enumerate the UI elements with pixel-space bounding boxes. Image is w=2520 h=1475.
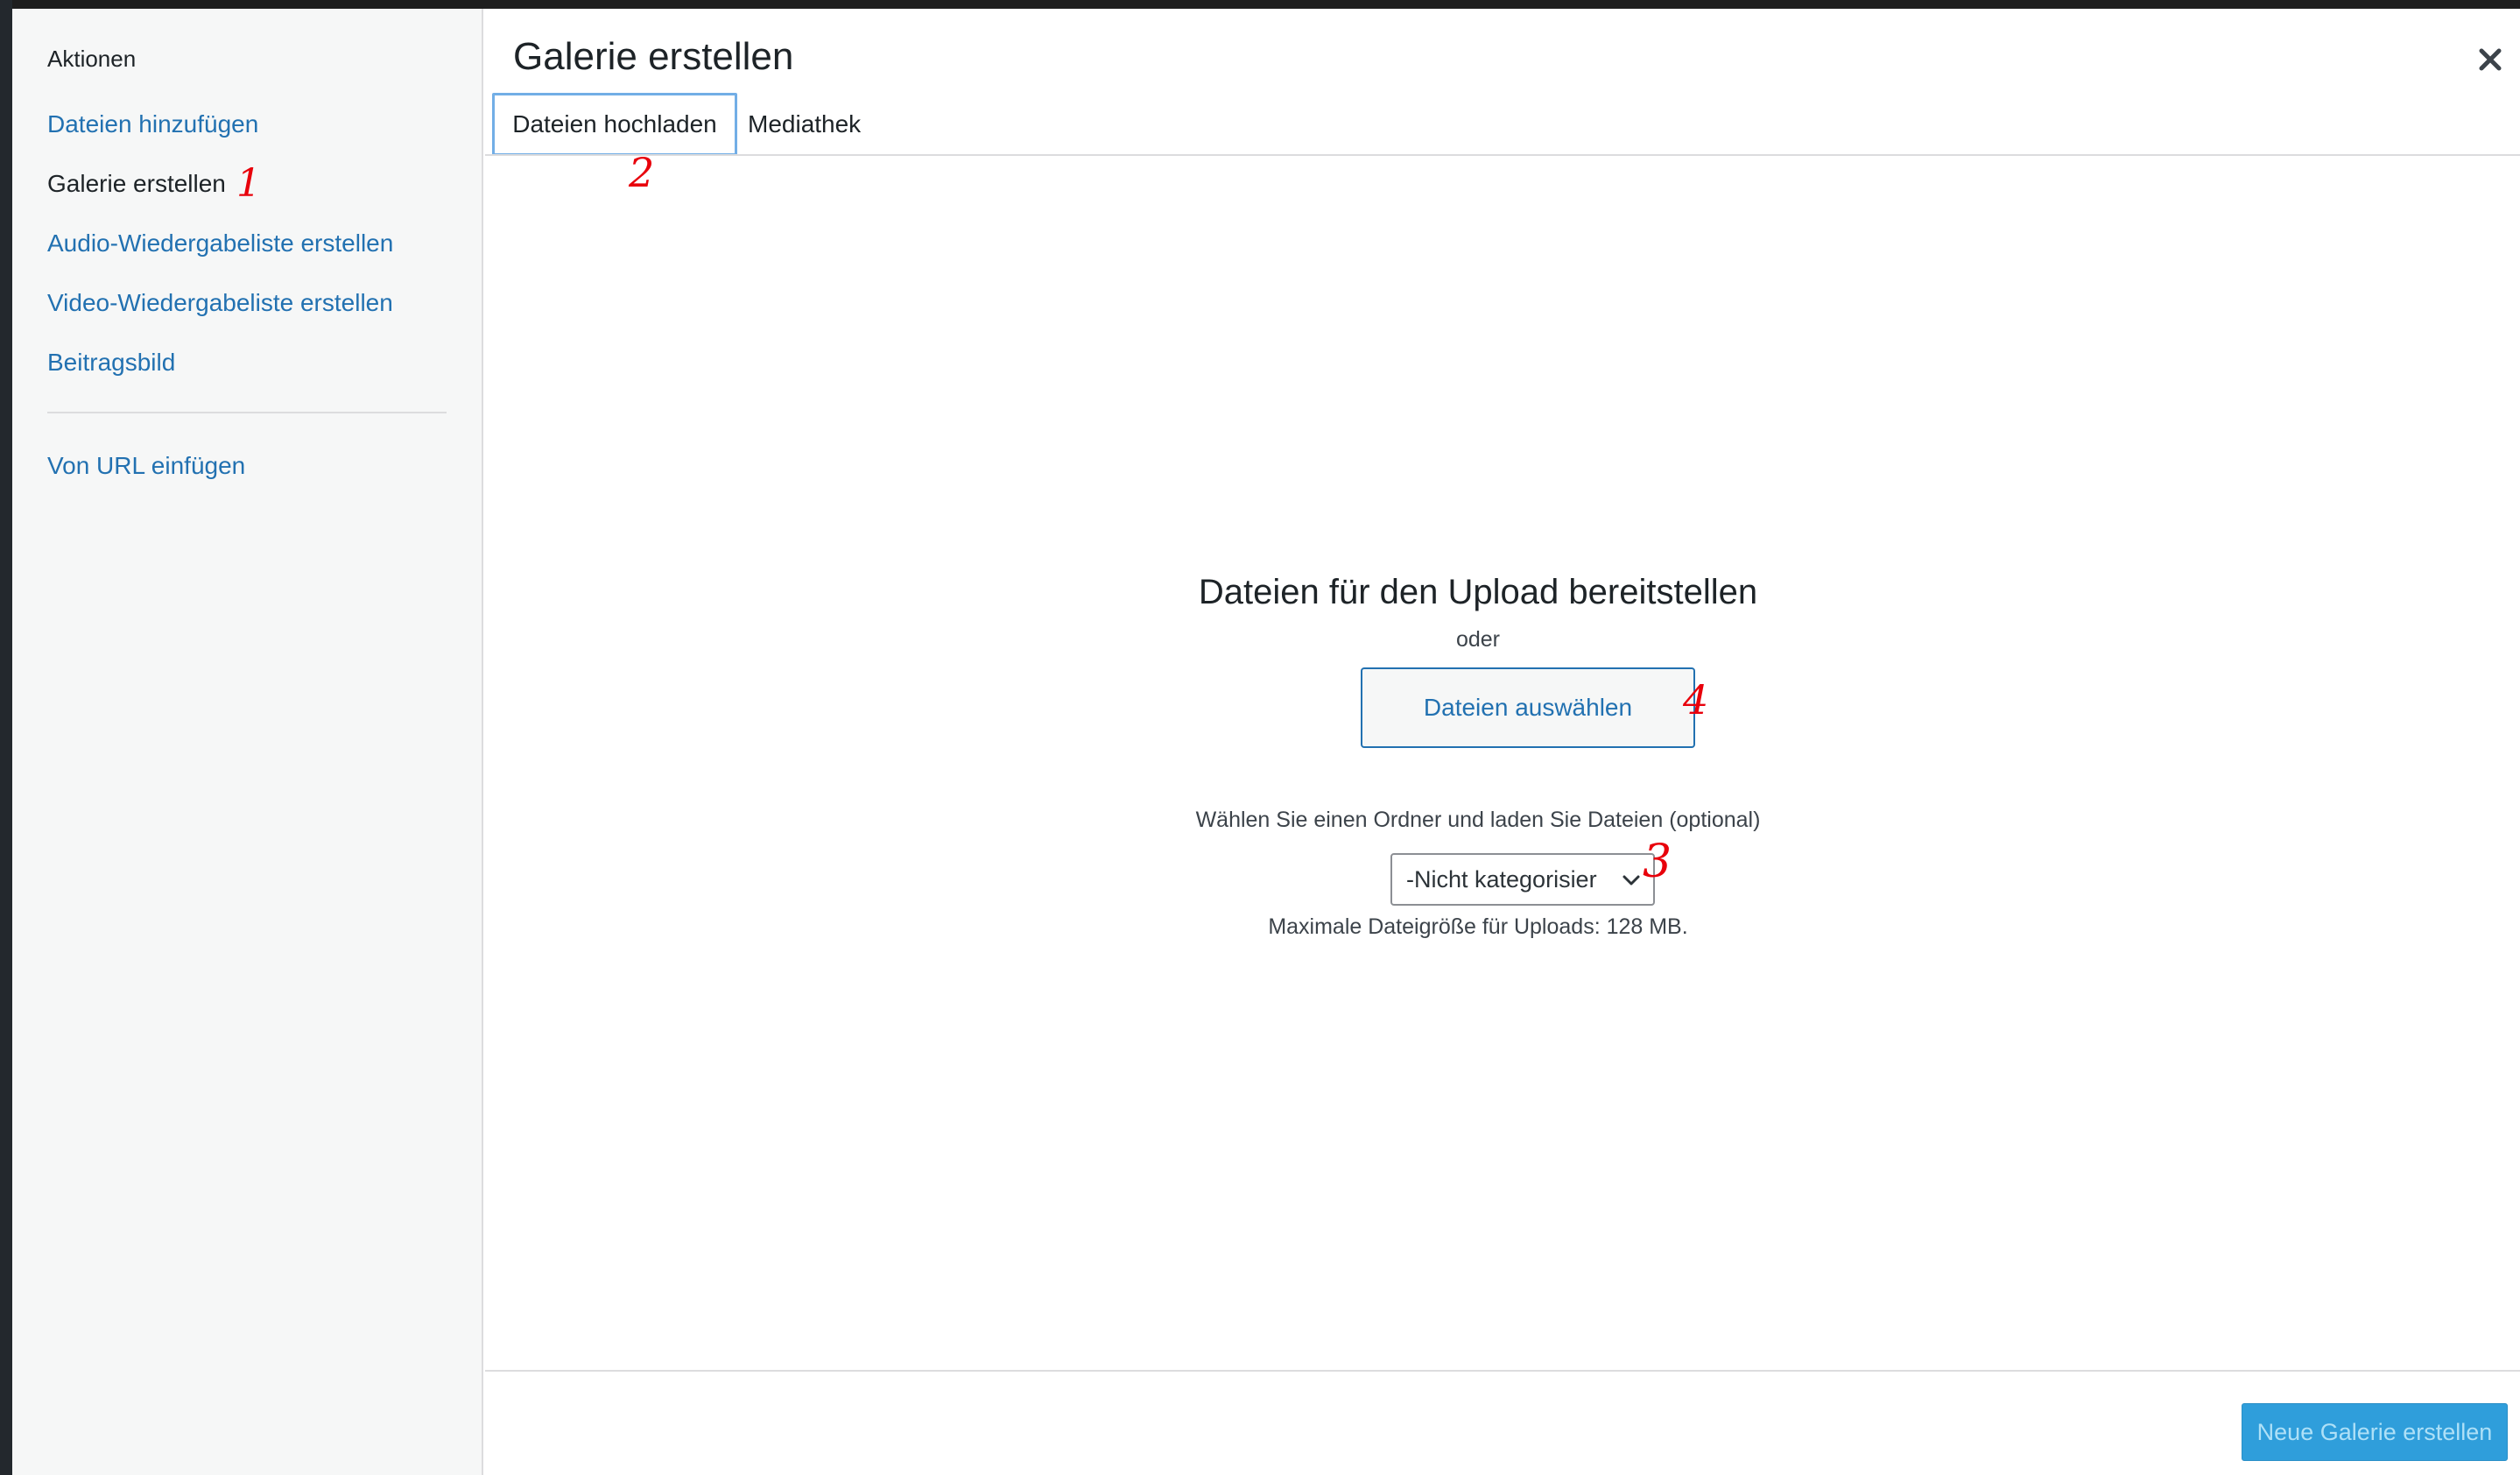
media-sidebar: Aktionen Dateien hinzufügen Galerie erst… (12, 9, 483, 1475)
media-modal: Aktionen Dateien hinzufügen Galerie erst… (12, 9, 2520, 1475)
sidebar-heading: Aktionen (47, 46, 137, 72)
drop-title: Dateien für den Upload bereitstellen (1198, 573, 1758, 611)
annotation-2: 2 (629, 149, 655, 196)
max-upload-size: Maximale Dateigröße für Uploads: 128 MB. (1268, 914, 1688, 939)
new-gallery-button[interactable]: Neue Galerie erstellen (2242, 1403, 2508, 1461)
tab-upload-files[interactable]: Dateien hochladen (492, 93, 737, 156)
annotation-1: 1 (236, 161, 261, 206)
modal-title: Galerie erstellen (513, 35, 794, 78)
sidebar-item-insert-from-url[interactable]: Von URL einfügen (47, 452, 245, 480)
upload-area: Dateien für den Upload bereitstellen ode… (485, 156, 2520, 1380)
sidebar-item-featured-image[interactable]: Beitragsbild (47, 349, 175, 377)
folder-select-value: -Nicht kategorisier (1406, 865, 1597, 893)
close-icon (2479, 48, 2502, 71)
close-button[interactable] (2471, 40, 2509, 79)
or-text: oder (1455, 627, 1501, 652)
annotation-4: 4 (1683, 676, 1709, 723)
sidebar-separator (47, 412, 447, 413)
annotation-3: 3 (1643, 836, 1672, 888)
sidebar-item-audio-playlist[interactable]: Audio-Wiedergabeliste erstellen (47, 229, 393, 258)
sidebar-item-create-gallery[interactable]: Galerie erstellen (47, 170, 226, 198)
tab-media-library[interactable]: Mediathek (748, 93, 888, 156)
background-admin-strip (0, 0, 12, 1475)
sidebar-item-add-files[interactable]: Dateien hinzufügen (47, 110, 258, 138)
sidebar-item-video-playlist[interactable]: Video-Wiedergabeliste erstellen (47, 289, 393, 317)
folder-hint: Wählen Sie einen Ordner und laden Sie Da… (1195, 808, 1761, 832)
select-files-button[interactable]: Dateien auswählen (1361, 667, 1695, 748)
chevron-down-icon (1623, 875, 1640, 886)
modal-toolbar (485, 1370, 2520, 1475)
folder-select[interactable]: -Nicht kategorisier (1390, 853, 1655, 906)
